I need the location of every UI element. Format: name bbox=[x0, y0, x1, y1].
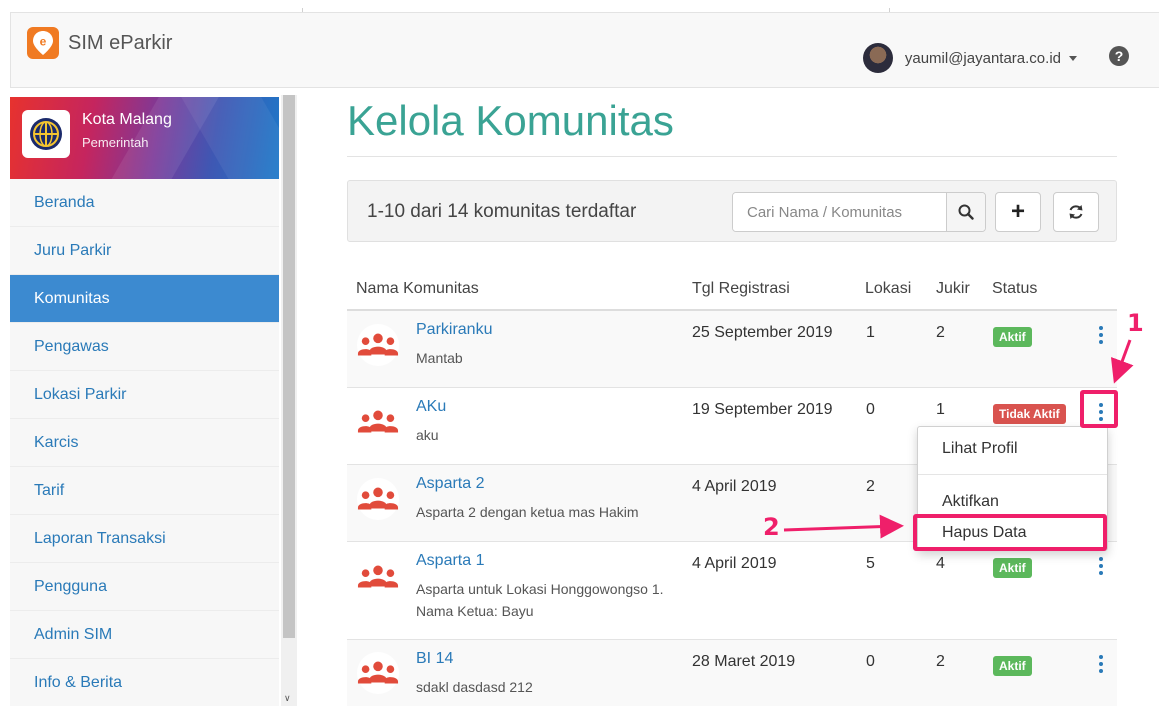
arrow-to-kebab bbox=[1110, 339, 1134, 384]
annotation-arrows bbox=[783, 339, 1134, 539]
arrow-to-hapus-data bbox=[783, 514, 904, 539]
